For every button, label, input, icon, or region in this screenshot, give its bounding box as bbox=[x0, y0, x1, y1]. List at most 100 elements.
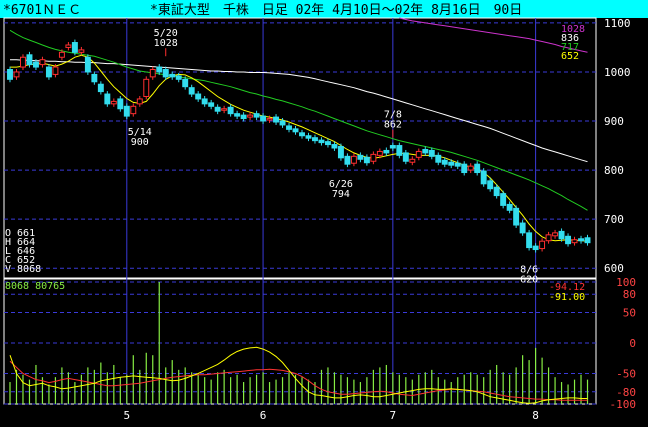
candle-down bbox=[104, 93, 111, 105]
volume-panel-frame bbox=[3, 278, 597, 405]
oscillator-legend: -94.12 -91.00 bbox=[549, 282, 585, 303]
candle-down bbox=[396, 145, 403, 156]
candle-down bbox=[324, 141, 331, 146]
candle-up bbox=[545, 234, 552, 242]
candle-down bbox=[299, 132, 305, 137]
candle-down bbox=[84, 56, 91, 73]
candle-up bbox=[110, 100, 117, 105]
candle-down bbox=[240, 114, 247, 120]
candle-down bbox=[253, 113, 260, 118]
price-tick-label: 900 bbox=[604, 115, 624, 128]
candle-down bbox=[331, 144, 338, 149]
candle-down bbox=[584, 237, 591, 244]
candle-down bbox=[402, 152, 409, 162]
price-tick-label: 600 bbox=[604, 262, 624, 275]
osc-tick-label: 50 bbox=[623, 307, 636, 320]
candle-down bbox=[519, 222, 526, 234]
candle-up bbox=[149, 69, 156, 78]
candle-down bbox=[337, 146, 344, 159]
candle-down bbox=[292, 128, 299, 133]
stock-code: *6701ＮＥＣ bbox=[3, 3, 81, 18]
candle-down bbox=[461, 163, 468, 174]
stock-chart: *6701ＮＥＣ *東証大型 千株 日足 02年 4月10日～02年 8月16日… bbox=[0, 0, 648, 422]
candle-up bbox=[370, 153, 377, 162]
price-tick-label: 800 bbox=[604, 164, 624, 177]
candle-down bbox=[175, 75, 182, 80]
candle-down bbox=[428, 149, 435, 157]
candle-up bbox=[376, 150, 383, 156]
price-panel-frame bbox=[3, 17, 597, 279]
candle-down bbox=[454, 162, 461, 167]
candle-down bbox=[526, 232, 533, 249]
month-tick-label: 8 bbox=[532, 409, 539, 422]
ma-legend-4: 652 bbox=[561, 51, 579, 62]
candle-down bbox=[227, 106, 234, 115]
month-tick-label: 6 bbox=[260, 409, 267, 422]
candle-down bbox=[201, 98, 208, 105]
candle-down bbox=[260, 115, 267, 122]
candle-down bbox=[71, 42, 78, 53]
osc-tick-label: 0 bbox=[629, 337, 636, 350]
candle-down bbox=[182, 78, 189, 88]
osc-tick-label: -100 bbox=[610, 398, 637, 411]
candle-up bbox=[13, 71, 20, 78]
osc-tick-label: -50 bbox=[616, 368, 636, 381]
ma-line-mid bbox=[9, 29, 588, 211]
ohlcv-volume: V 8068 bbox=[5, 264, 41, 275]
candle-down bbox=[363, 156, 370, 164]
annotation-price: 1028 bbox=[154, 38, 178, 49]
candle-down bbox=[188, 87, 195, 95]
candle-down bbox=[156, 66, 163, 73]
osc-tick-label: 100 bbox=[616, 276, 636, 289]
candle-up bbox=[247, 114, 254, 118]
candle-up bbox=[52, 66, 59, 75]
candle-down bbox=[208, 102, 215, 107]
candle-down bbox=[97, 83, 104, 93]
candle-up bbox=[552, 232, 559, 237]
osc-legend-2: -91.00 bbox=[549, 292, 585, 303]
candle-up bbox=[143, 78, 150, 97]
candle-up bbox=[130, 105, 137, 115]
candle-up bbox=[571, 239, 578, 244]
candle-down bbox=[318, 139, 325, 144]
candle-down bbox=[506, 203, 513, 211]
candle-up bbox=[39, 59, 46, 66]
moving-average-lines bbox=[9, 17, 588, 242]
candle-down bbox=[435, 154, 442, 163]
candle-down bbox=[169, 73, 176, 78]
candle-up bbox=[409, 158, 416, 163]
candle-down bbox=[578, 238, 584, 242]
candle-down bbox=[493, 186, 500, 197]
candle-down bbox=[32, 61, 39, 68]
price-tick-label: 1000 bbox=[604, 66, 631, 79]
month-tick-label: 7 bbox=[390, 409, 397, 422]
candle-up bbox=[221, 108, 228, 111]
candle-up bbox=[350, 155, 357, 164]
annotation-price: 620 bbox=[520, 274, 538, 285]
candle-up bbox=[78, 49, 85, 53]
ma-line-short bbox=[10, 54, 588, 242]
price-annotations: 5/2010285/149006/267947/88628/6620 bbox=[128, 28, 538, 285]
candle-down bbox=[532, 245, 539, 251]
candle-down bbox=[383, 149, 390, 154]
candle-down bbox=[279, 120, 286, 126]
candle-up bbox=[415, 150, 422, 158]
candle-up bbox=[266, 118, 273, 121]
candle-down bbox=[441, 159, 448, 165]
chart-window: *6701ＮＥＣ *東証大型 千株 日足 02年 4月10日～02年 8月16日… bbox=[0, 0, 648, 427]
ma-legend: 1028 836 717 652 bbox=[561, 24, 585, 62]
candle-up bbox=[58, 51, 65, 58]
candle-down bbox=[214, 106, 221, 112]
candle-up bbox=[65, 44, 72, 48]
oscillator-lines bbox=[9, 346, 588, 404]
candle-down bbox=[273, 116, 280, 123]
month-tick-label: 5 bbox=[123, 409, 130, 422]
candle-down bbox=[305, 135, 312, 139]
price-tick-label: 1100 bbox=[604, 17, 631, 30]
candle-down bbox=[558, 230, 565, 240]
candle-down bbox=[500, 193, 507, 206]
candle-down bbox=[7, 69, 13, 80]
candle-down bbox=[195, 93, 202, 100]
candle-down bbox=[286, 125, 292, 130]
price-tick-label: 700 bbox=[604, 213, 624, 226]
